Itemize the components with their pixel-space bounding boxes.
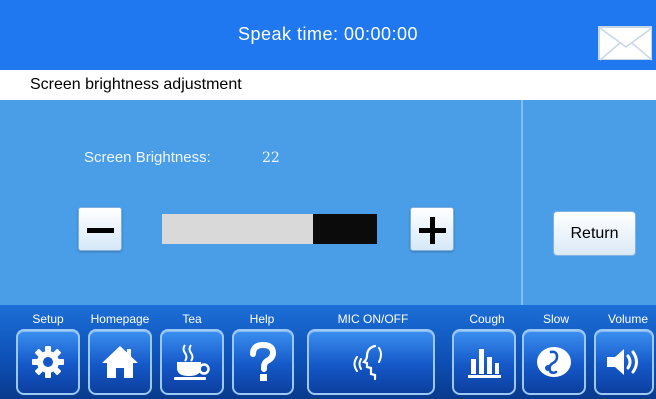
screen: Speak time: 00:00:00 Screen brightness a… xyxy=(0,0,656,399)
nav-label-setup: Setup xyxy=(32,312,64,326)
panel-divider xyxy=(521,100,523,305)
nav-label-help: Help xyxy=(249,312,275,326)
increase-brightness-button[interactable] xyxy=(410,207,454,251)
return-button[interactable]: Return xyxy=(553,211,636,256)
brightness-value: 22 xyxy=(262,150,280,166)
section-title-bar: Screen brightness adjustment xyxy=(0,70,656,100)
setup-button[interactable] xyxy=(16,329,80,395)
nav-label-homepage: Homepage xyxy=(90,312,150,326)
header-bar: Speak time: 00:00:00 xyxy=(0,0,656,70)
question-icon xyxy=(250,342,277,381)
brightness-label: Screen Brightness: xyxy=(84,149,211,166)
home-icon xyxy=(102,346,138,378)
nav-label-mic: MIC ON/OFF xyxy=(337,312,409,326)
page-title: Screen brightness adjustment xyxy=(30,76,242,93)
nav-label-volume: Volume xyxy=(607,312,649,326)
envelope-icon[interactable] xyxy=(598,26,653,61)
slow-button[interactable] xyxy=(522,329,586,395)
brightness-panel xyxy=(0,100,656,305)
cough-button[interactable] xyxy=(452,329,516,395)
nav-label-tea: Tea xyxy=(182,312,202,326)
mic-toggle-button[interactable] xyxy=(307,329,435,395)
minus-icon xyxy=(87,228,114,233)
slow-music-icon xyxy=(537,347,571,377)
gear-icon xyxy=(32,346,64,378)
homepage-button[interactable] xyxy=(88,329,152,395)
help-button[interactable] xyxy=(232,329,294,395)
tea-button[interactable] xyxy=(160,329,224,395)
decrease-brightness-button[interactable] xyxy=(78,207,122,251)
nav-label-cough: Cough xyxy=(469,312,505,326)
speaking-head-icon xyxy=(353,344,382,381)
brightness-slider[interactable] xyxy=(162,214,377,244)
plus-icon xyxy=(430,217,435,244)
brightness-slider-fill xyxy=(312,214,377,244)
volume-button[interactable] xyxy=(594,329,654,395)
speaker-icon xyxy=(607,349,638,375)
tea-cup-icon xyxy=(174,344,210,380)
speak-time: Speak time: 00:00:00 xyxy=(237,24,419,44)
bar-chart-icon xyxy=(468,349,501,378)
nav-label-slow: Slow xyxy=(542,312,569,326)
